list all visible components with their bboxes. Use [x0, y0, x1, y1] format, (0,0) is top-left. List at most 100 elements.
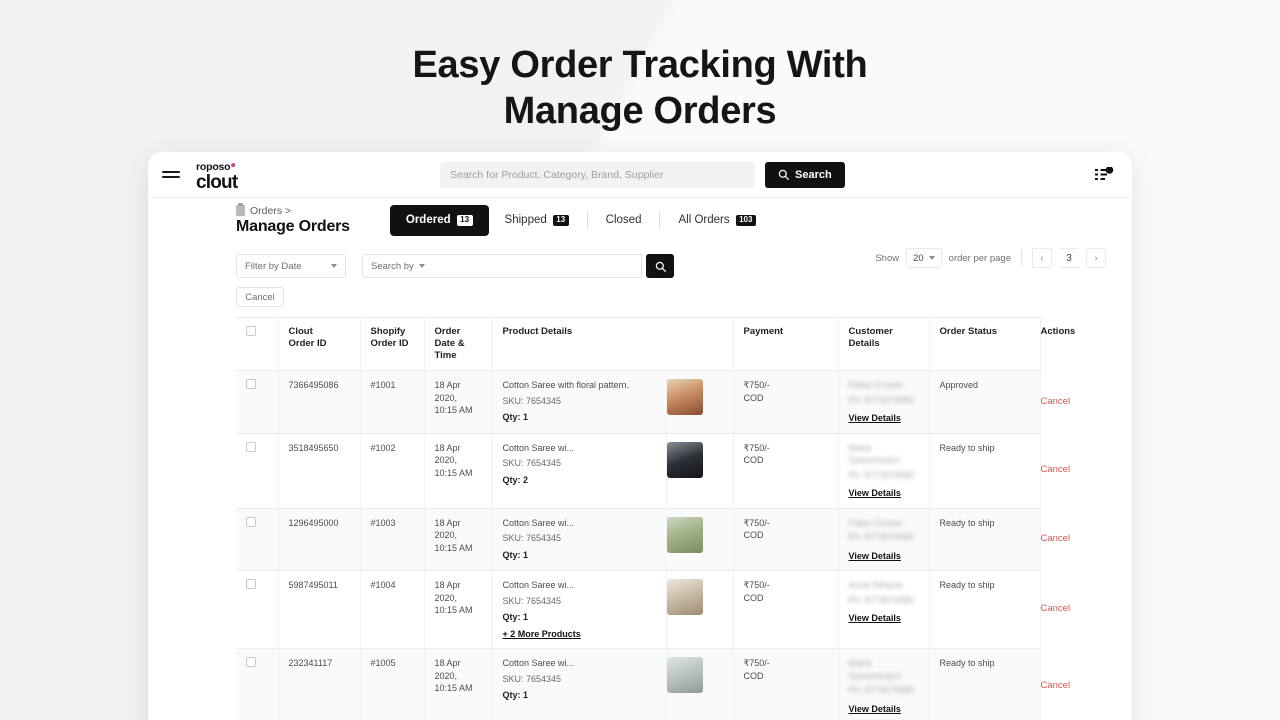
- search-by-button[interactable]: [646, 254, 674, 278]
- row-checkbox[interactable]: [246, 516, 256, 527]
- col-label-line2: Order ID: [288, 338, 327, 349]
- cell-order-status: Ready to ship: [929, 433, 1041, 509]
- logo-roposo-text: roposo: [196, 161, 231, 173]
- hamburger-menu-icon[interactable]: [162, 167, 180, 182]
- cell-order-status: Ready to ship: [929, 570, 1041, 649]
- cell-payment: ₹750/- COD: [733, 370, 839, 434]
- current-page-number[interactable]: 3: [1059, 248, 1079, 268]
- cell-order-date-time: 18 Apr 2020, 10:15 AM: [424, 648, 493, 720]
- product-thumbnail-image: [666, 379, 703, 415]
- cell-product-details: Cotton Saree wi... SKU: 7654345 Qty: 1 + 2 …: [492, 570, 667, 649]
- app-logo[interactable]: roposo clout: [196, 157, 238, 192]
- cell-payment: ₹750/- COD: [733, 433, 839, 509]
- show-label: Show: [875, 252, 900, 264]
- column-product-details: Product Details: [492, 317, 734, 371]
- tab-all-orders[interactable]: All Orders 103: [662, 205, 771, 236]
- row-select-cell: [236, 370, 279, 434]
- product-name: Cotton Saree wi...: [502, 580, 575, 590]
- customer-phone: Ph: 8773676982: [848, 469, 915, 480]
- cell-shopify-order-id: #1002: [360, 433, 425, 509]
- logo-dot-icon: [230, 162, 236, 167]
- search-icon: [778, 169, 789, 180]
- product-thumbnail-image: [666, 579, 703, 615]
- orders-table-container: Clout Order ID Shopify Order ID Order Da…: [148, 307, 1132, 720]
- cell-order-date-time: 18 Apr 2020, 10:15 AM: [424, 508, 493, 571]
- cell-shopify-order-id: #1003: [360, 508, 425, 571]
- col-label-line1: Customer Details: [848, 326, 893, 349]
- row-checkbox[interactable]: [246, 379, 256, 389]
- select-all-header: [236, 317, 279, 371]
- row-checkbox[interactable]: [246, 657, 256, 667]
- view-details-link[interactable]: View Details: [849, 487, 901, 500]
- tab-closed-label: Closed: [605, 214, 642, 226]
- prev-page-button[interactable]: ‹: [1032, 248, 1052, 268]
- filter-by-date-select[interactable]: Filter by Date: [236, 254, 346, 278]
- tab-ordered-label: Ordered: [405, 214, 451, 226]
- search-input[interactable]: [440, 161, 755, 188]
- product-name: Cotton Saree wi...: [502, 517, 575, 528]
- breadcrumb-block: Orders > Manage Orders: [236, 203, 350, 236]
- chevron-down-icon: [928, 256, 935, 260]
- product-sku: SKU: 7654345: [502, 673, 562, 684]
- select-all-checkbox[interactable]: [246, 326, 256, 336]
- table-row: 1296495000 #1003 18 Apr 2020, 10:15 AM Cotto…: [236, 508, 1070, 571]
- search-by-input[interactable]: Search by: [362, 254, 642, 278]
- product-qty: Qty: 2: [502, 474, 529, 485]
- customer-name: Palau Cruiser: [848, 380, 904, 390]
- column-customer-details: Customer Details: [838, 317, 930, 371]
- product-qty: Qty: 1: [502, 690, 529, 700]
- per-page-select[interactable]: 20: [906, 248, 942, 268]
- col-label-line2: Time: [434, 350, 457, 361]
- search-button[interactable]: Search: [765, 161, 845, 188]
- hero-title: Easy Order Tracking With Manage Orders: [0, 42, 1280, 134]
- customer-phone: Ph: 8773676982: [848, 532, 915, 542]
- tab-ordered[interactable]: Ordered 13: [389, 204, 489, 236]
- row-checkbox[interactable]: [246, 579, 256, 589]
- product-qty: Qty: 1: [502, 549, 529, 560]
- cell-product-thumbnail: [666, 570, 734, 649]
- customer-name: Maria Speechesjon: [848, 442, 901, 466]
- product-qty: Qty: 1: [502, 612, 529, 622]
- orders-table-body: 7366495086 #1001 18 Apr 2020, 10:15 AM Cotto…: [236, 370, 1070, 720]
- view-details-link[interactable]: View Details: [849, 550, 901, 563]
- notifications-list-icon[interactable]: [1094, 165, 1114, 183]
- cell-order-status: Approved: [929, 370, 1041, 434]
- customer-phone: Ph: 8773676982: [848, 685, 915, 695]
- cell-clout-order-id: 1296495000: [278, 508, 361, 571]
- row-select-cell: [236, 508, 279, 571]
- view-details-link[interactable]: View Details: [849, 703, 901, 716]
- next-page-button[interactable]: ›: [1086, 248, 1106, 268]
- page-subheader: Orders > Manage Orders Ordered 13 Shippe…: [148, 197, 1132, 242]
- view-details-link[interactable]: View Details: [849, 412, 901, 425]
- breadcrumb[interactable]: Orders >: [236, 203, 350, 217]
- more-products-link[interactable]: + 2 More Products: [503, 628, 581, 641]
- customer-phone: Ph: 8773676982: [848, 394, 915, 405]
- row-select-cell: [236, 433, 279, 509]
- column-payment: Payment: [733, 317, 839, 371]
- cell-order-status: Ready to ship: [929, 508, 1041, 571]
- per-page-value: 20: [913, 252, 924, 264]
- customer-name: Maria Speechesjon: [848, 658, 901, 681]
- product-thumbnail-image: [666, 657, 703, 693]
- filter-bar: Filter by Date Search by Cancel Show 20 …: [148, 242, 1132, 307]
- hero-title-line2: Manage Orders: [503, 90, 777, 132]
- cell-clout-order-id: 7366495086: [278, 370, 361, 434]
- cell-payment: ₹750/- COD: [733, 648, 839, 720]
- cell-order-date-time: 18 Apr 2020, 10:15 AM: [424, 433, 493, 509]
- product-name: Cotton Saree with floral pattern.: [502, 380, 630, 390]
- tab-shipped[interactable]: Shipped 13: [489, 205, 585, 236]
- per-page-label: order per page: [948, 252, 1011, 264]
- chevron-down-icon: [331, 264, 337, 268]
- search-icon: [655, 261, 666, 272]
- tab-all-orders-badge: 103: [735, 214, 756, 226]
- tab-divider: [659, 212, 661, 228]
- table-row: 232341117 #1005 18 Apr 2020, 10:15 AM Cotton…: [236, 648, 1070, 720]
- cell-customer-details: Palau Cruiser Ph: 8773676982 View Details: [838, 370, 930, 434]
- row-select-cell: [236, 648, 279, 720]
- col-label-line2: Order ID: [370, 338, 409, 349]
- view-details-link[interactable]: View Details: [849, 612, 901, 625]
- cancel-filter-button[interactable]: Cancel: [236, 287, 284, 307]
- tab-closed[interactable]: Closed: [590, 205, 658, 236]
- row-checkbox[interactable]: [246, 441, 256, 452]
- cell-product-details: Cotton Saree wi... SKU: 7654345 Qty: 1: [492, 648, 667, 720]
